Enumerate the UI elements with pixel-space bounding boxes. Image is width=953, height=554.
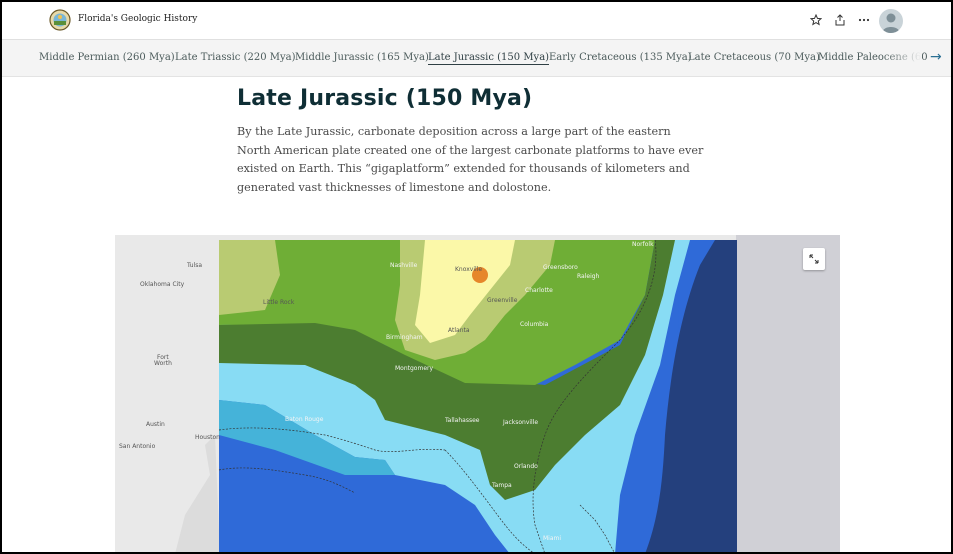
label-montgomery: Montgomery: [395, 365, 433, 372]
label-knoxville: Knoxville: [455, 266, 482, 273]
nav-fade: [882, 40, 922, 76]
label-baton-rouge: Baton Rouge: [285, 416, 324, 423]
label-miami: Miami: [543, 535, 561, 542]
label-nashville: Nashville: [390, 262, 418, 269]
nav-item-late-cretaceous[interactable]: Late Cretaceous (70 Mya): [688, 52, 820, 63]
florida-seal-logo[interactable]: [49, 9, 71, 31]
label-fort-worth-2: Worth: [154, 360, 172, 367]
label-austin: Austin: [146, 421, 165, 428]
section-heading: Late Jurassic (150 Mya): [237, 86, 533, 111]
expand-icon: [809, 254, 819, 264]
label-tallahassee: Tallahassee: [444, 417, 480, 424]
label-greenville: Greenville: [487, 297, 518, 304]
label-columbia: Columbia: [520, 321, 549, 328]
nav-item-late-jurassic[interactable]: Late Jurassic (150 Mya): [428, 52, 550, 65]
basemap-atlantic: [736, 235, 840, 554]
paleogeography-map[interactable]: Tulsa Oklahoma City Little Rock Fort Wor…: [115, 235, 840, 554]
user-avatar[interactable]: [879, 9, 903, 33]
star-icon[interactable]: [808, 12, 824, 28]
more-options-icon[interactable]: [856, 12, 872, 28]
label-greensboro: Greensboro: [543, 264, 578, 271]
label-jacksonville: Jacksonville: [502, 419, 538, 426]
paleo-overlay: [219, 240, 737, 554]
nav-next-arrow-icon[interactable]: →: [930, 49, 942, 65]
nav-item-middle-permian[interactable]: Middle Permian (260 Mya): [39, 52, 175, 63]
label-raleigh: Raleigh: [577, 273, 600, 280]
label-atlanta: Atlanta: [448, 327, 470, 334]
label-charlotte: Charlotte: [525, 287, 553, 294]
expand-map-button[interactable]: [803, 248, 825, 270]
label-birmingham: Birmingham: [386, 334, 423, 341]
label-orlando: Orlando: [514, 463, 538, 470]
nav-item-late-triassic[interactable]: Late Triassic (220 Mya): [175, 52, 296, 63]
label-san-antonio: San Antonio: [119, 443, 156, 450]
label-houston: Houston: [195, 434, 220, 441]
label-little-rock: Little Rock: [263, 299, 295, 306]
section-paragraph: By the Late Jurassic, carbonate depositi…: [237, 125, 704, 194]
share-icon[interactable]: [832, 12, 848, 28]
label-oklahoma-city: Oklahoma City: [140, 281, 185, 288]
nav-item-early-cretaceous[interactable]: Early Cretaceous (135 Mya): [549, 52, 692, 63]
nav-item-middle-jurassic[interactable]: Middle Jurassic (165 Mya): [295, 52, 429, 63]
top-header: Florida's Geologic History: [2, 2, 951, 39]
label-norfolk: Norfolk: [632, 241, 654, 248]
label-tulsa: Tulsa: [186, 262, 202, 269]
app-title[interactable]: Florida's Geologic History: [78, 14, 197, 24]
chapter-navigation: Middle Permian (260 Mya) Late Triassic (…: [2, 39, 951, 77]
label-tampa: Tampa: [491, 482, 512, 489]
